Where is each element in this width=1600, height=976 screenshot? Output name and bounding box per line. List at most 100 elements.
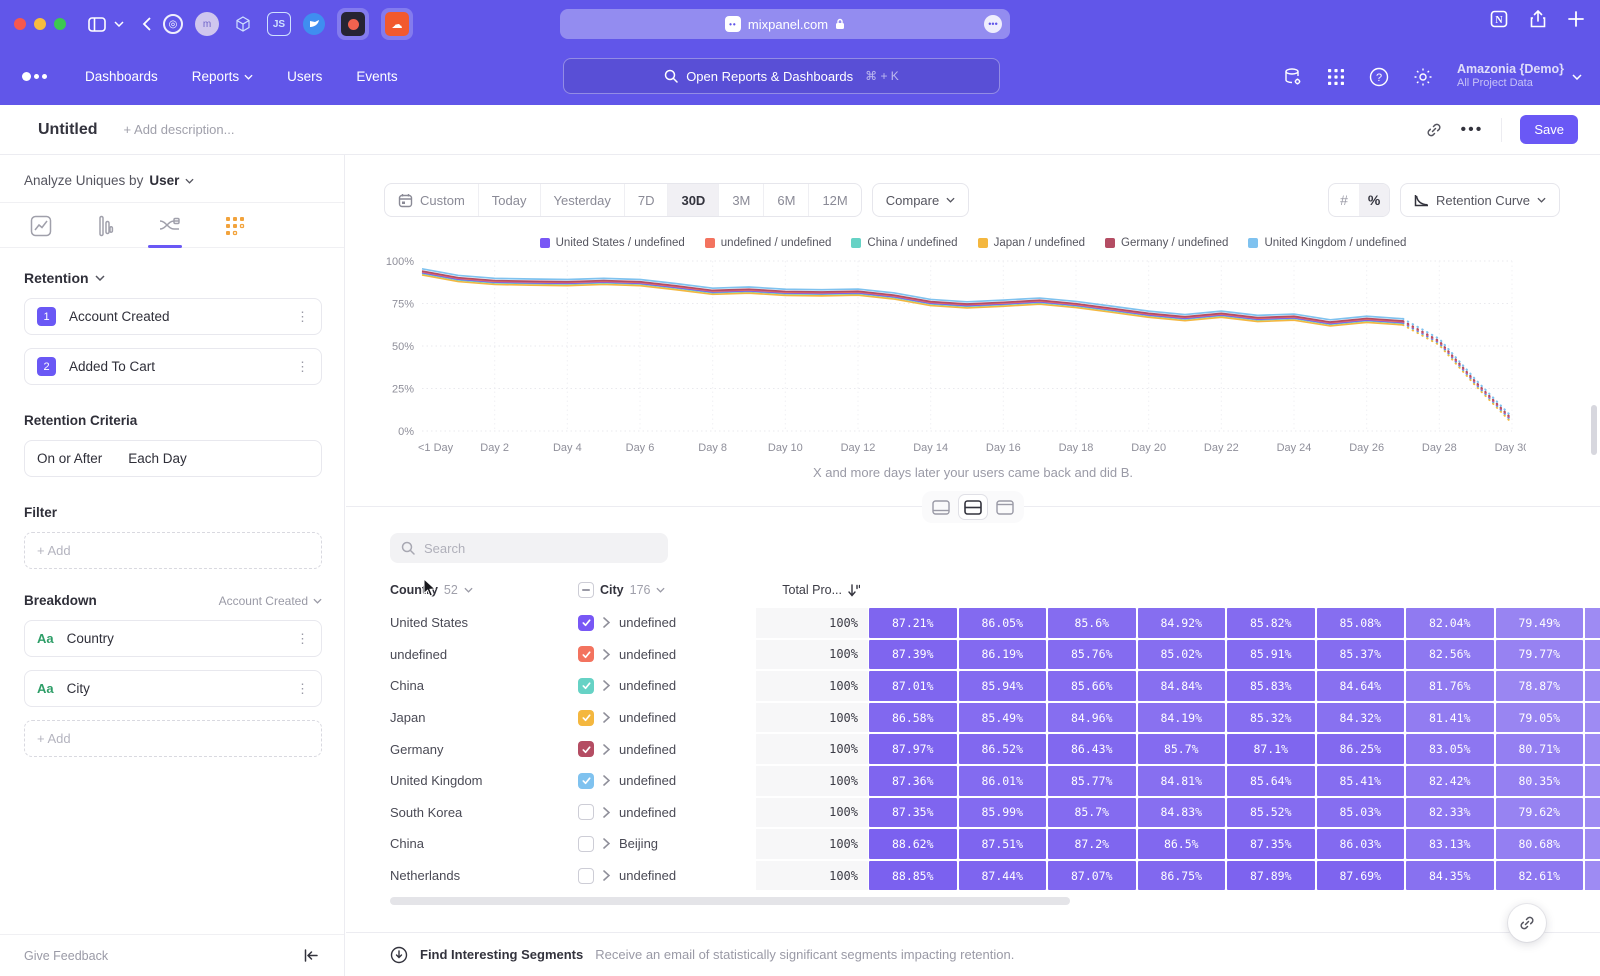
retention-cell[interactable]: 79.49% [1496,608,1584,638]
retention-cell[interactable]: 80.71% [1496,734,1584,764]
retention-cell[interactable]: 85.37% [1317,640,1405,670]
share-icon[interactable] [1530,10,1546,28]
tab-funnels[interactable] [94,215,116,247]
date-range-7d[interactable]: 7D [624,184,668,216]
criteria-on-or-after[interactable]: On or After [37,451,102,466]
retention-cell[interactable]: 82.33% [1406,798,1494,828]
retention-cell[interactable]: 87.2% [1048,829,1136,859]
retention-cell[interactable]: 85.83% [1227,671,1315,701]
retention-cell[interactable]: 85.77% [1048,766,1136,796]
retention-cell[interactable]: 85.52% [1227,798,1315,828]
row-checkbox[interactable] [578,678,594,694]
retention-criteria-card[interactable]: On or After Each Day [24,440,322,477]
retention-cell[interactable]: 86.43% [1048,734,1136,764]
retention-cell[interactable]: 84.64% [1317,671,1405,701]
retention-cell[interactable]: 80.35% [1496,766,1584,796]
retention-cell[interactable]: 85.64% [1227,766,1315,796]
retention-cell[interactable]: 87.51% [959,829,1047,859]
row-checkbox[interactable] [578,836,594,852]
breakdown-item-city[interactable]: AaCity⋮ [24,670,322,707]
retention-cell[interactable]: 87.35% [869,798,957,828]
expand-row-icon[interactable] [603,744,610,755]
zoom-window-icon[interactable] [54,18,66,30]
row-checkbox[interactable] [578,646,594,662]
retention-cell[interactable]: 87.89% [1227,861,1315,891]
retention-cell[interactable]: 79.77% [1496,640,1584,670]
retention-cell[interactable]: 79.62% [1496,798,1584,828]
breakdown-item-country[interactable]: AaCountry⋮ [24,620,322,657]
data-management-icon[interactable] [1283,67,1303,87]
row-checkbox[interactable] [578,773,594,789]
breakdown-add-button[interactable]: + Add [24,720,322,757]
table-search-input[interactable]: Search [390,533,668,563]
retention-cell[interactable]: 83.05% [1406,734,1494,764]
retention-cell[interactable]: 82.04% [1406,608,1494,638]
tab-flows[interactable] [158,215,182,247]
legend-item[interactable]: China / undefined [851,237,957,249]
extension-mixpanel-icon[interactable] [337,8,369,40]
settings-gear-icon[interactable] [1413,67,1433,87]
extension-1password-icon[interactable]: ◎ [163,14,183,34]
retention-cell[interactable]: 84.92% [1138,608,1226,638]
notion-tab-icon[interactable]: N [1490,10,1508,28]
retention-cell[interactable]: 88.85% [869,861,957,891]
retention-cell[interactable]: 82.56% [1406,640,1494,670]
horizontal-scrollbar[interactable] [390,897,1070,905]
nav-item-reports[interactable]: Reports [192,69,253,84]
back-icon[interactable] [142,17,151,31]
row-checkbox[interactable] [578,868,594,884]
date-range-30d[interactable]: 30D [667,184,718,216]
expand-row-icon[interactable] [603,870,610,881]
percent-mode-button[interactable]: % [1359,184,1389,216]
retention-cell[interactable]: 83.13% [1406,829,1494,859]
extension-soundcloud-icon[interactable]: ☁ [381,8,413,40]
retention-cell[interactable]: 84.83% [1138,798,1226,828]
row-checkbox[interactable] [578,804,594,820]
retention-cell[interactable]: 87.44% [959,861,1047,891]
expand-row-icon[interactable] [603,807,610,818]
retention-cell[interactable]: 87.69% [1317,861,1405,891]
extension-cube-icon[interactable] [231,12,255,36]
retention-step-1[interactable]: 1Account Created⋮ [24,298,322,335]
site-options-icon[interactable]: ••• [984,15,1002,33]
retention-cell[interactable]: 84.81% [1138,766,1226,796]
retention-cell[interactable]: 85.66% [1048,671,1136,701]
chevron-down-icon[interactable] [114,21,124,27]
retention-cell[interactable]: 79.05% [1496,703,1584,733]
help-icon[interactable]: ? [1369,67,1389,87]
retention-cell[interactable]: 85.91% [1227,640,1315,670]
expand-row-icon[interactable] [603,838,610,849]
legend-item[interactable]: Japan / undefined [978,237,1085,249]
expand-row-icon[interactable] [603,775,610,786]
more-options-icon[interactable]: ⋮ [296,309,309,325]
retention-cell[interactable]: 81.41% [1406,703,1494,733]
total-column-header[interactable]: Total Pro... [756,583,868,597]
retention-cell[interactable]: 84.32% [1317,703,1405,733]
save-button[interactable]: Save [1520,115,1578,144]
add-description[interactable]: + Add description... [124,122,235,137]
collapse-sidebar-icon[interactable] [304,949,318,962]
mixpanel-logo[interactable] [22,72,47,81]
retention-cell[interactable]: 86.25% [1317,734,1405,764]
retention-cell[interactable]: 85.49% [959,703,1047,733]
report-title[interactable]: Untitled [38,121,98,139]
close-window-icon[interactable] [14,18,26,30]
retention-cell[interactable]: 84.35% [1406,861,1494,891]
retention-section-label[interactable]: Retention [24,270,89,286]
filter-add-button[interactable]: + Add [24,532,322,569]
country-column-header[interactable]: Country 52 [390,583,578,597]
segments-title[interactable]: Find Interesting Segments [420,947,583,962]
retention-cell[interactable]: 85.6% [1048,608,1136,638]
date-range-today[interactable]: Today [478,184,540,216]
nav-item-users[interactable]: Users [287,69,322,84]
expand-row-icon[interactable] [603,712,610,723]
more-options-icon[interactable]: ••• [1461,121,1484,139]
more-options-icon[interactable]: ⋮ [296,631,309,647]
retention-chart[interactable]: 0%25%50%75%100%<1 DayDay 2Day 4Day 6Day … [376,251,1600,463]
share-link-fab[interactable] [1508,904,1546,942]
date-range-custom[interactable]: Custom [385,184,478,216]
retention-cell[interactable]: 87.39% [869,640,957,670]
retention-cell[interactable]: 86.58% [869,703,957,733]
retention-cell[interactable]: 82.61% [1496,861,1584,891]
apps-grid-icon[interactable] [1327,68,1345,86]
